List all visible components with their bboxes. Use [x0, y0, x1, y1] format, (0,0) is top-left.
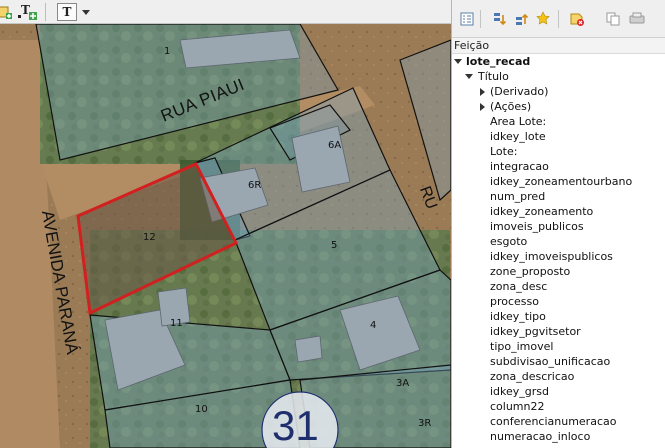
- attribute-name: num_pred: [490, 190, 546, 203]
- attribute-row[interactable]: subdivisao_unificacao: [452, 354, 665, 369]
- attribute-name: idkey_zoneamento: [490, 205, 594, 218]
- attribute-name: column22: [490, 400, 545, 413]
- copy-icon[interactable]: [604, 10, 622, 28]
- attribute-row[interactable]: num_pred: [452, 189, 665, 204]
- attribute-row[interactable]: idkey_imoveispublicos: [452, 249, 665, 264]
- attribute-row[interactable]: column22: [452, 399, 665, 414]
- expand-tree-icon[interactable]: [458, 10, 476, 28]
- attribute-name: integracao: [490, 160, 549, 173]
- attribute-row[interactable]: processo: [452, 294, 665, 309]
- text-annotation-glyph: T: [62, 5, 72, 19]
- attribute-row[interactable]: idkey_zoneamento: [452, 204, 665, 219]
- attribute-name: Lote:: [490, 145, 518, 158]
- collapsed-arrow-icon[interactable]: [477, 99, 487, 114]
- attribute-row[interactable]: idkey_tipo: [452, 309, 665, 324]
- clear-results-icon[interactable]: [568, 10, 586, 28]
- expand-all-icon[interactable]: [490, 10, 508, 28]
- attribute-name: imoveis_publicos: [490, 220, 584, 233]
- block-number-label: 31: [272, 402, 319, 448]
- text-annotation-button[interactable]: T: [54, 2, 80, 22]
- lot-label-6a: 6A: [328, 140, 342, 151]
- lot-label-12: 12: [143, 232, 156, 243]
- attribute-name: numeracao_inloco: [490, 430, 591, 443]
- attribute-name: Area Lote:: [490, 115, 547, 128]
- attribute-row[interactable]: idkey_grsd: [452, 384, 665, 399]
- highlight-feature-icon[interactable]: [534, 10, 552, 28]
- attribute-name: tipo_imovel: [490, 340, 554, 353]
- lot-label-4: 4: [370, 320, 377, 331]
- lot-label-11: 11: [170, 318, 183, 329]
- attribute-row[interactable]: integracao: [452, 159, 665, 174]
- toolbar-separator: [558, 10, 559, 28]
- identify-toolbar: [452, 0, 665, 38]
- toolbar-separator: [45, 3, 46, 21]
- map-canvas[interactable]: RUA PIAUI AVENIDA PARANÁ RU 1 6A 6R 12 5…: [0, 24, 451, 448]
- tree-group-acoes[interactable]: (Ações): [452, 99, 665, 114]
- dropdown-arrow-icon[interactable]: [79, 2, 93, 22]
- attribute-row[interactable]: idkey_lote: [452, 129, 665, 144]
- lot-label-3a: 3A: [396, 378, 410, 389]
- group-label: (Ações): [490, 100, 532, 113]
- attribute-row[interactable]: tipo_imovel: [452, 339, 665, 354]
- lot-label-3r: 3R: [418, 418, 432, 429]
- attribute-row[interactable]: Lote:: [452, 144, 665, 159]
- add-text-label-icon: T: [18, 3, 38, 20]
- attribute-row[interactable]: numeracao_inloco: [452, 429, 665, 444]
- identify-results-tree: lote_recad Título (Derivado) (Ações) Are…: [452, 54, 665, 444]
- attribute-name: idkey_grsd: [490, 385, 550, 398]
- attribute-name: zona_descricao: [490, 370, 575, 383]
- attribute-name: idkey_pgvitsetor: [490, 325, 581, 338]
- add-text-label-button[interactable]: T: [17, 2, 39, 22]
- lot-label-10: 10: [195, 404, 208, 415]
- attribute-name: processo: [490, 295, 540, 308]
- expand-arrow-icon[interactable]: [453, 54, 463, 69]
- feature-title: Título: [478, 70, 509, 83]
- attribute-row[interactable]: zone_proposto: [452, 264, 665, 279]
- attribute-row[interactable]: zona_desc: [452, 279, 665, 294]
- tree-feature-node[interactable]: Título: [452, 69, 665, 84]
- collapsed-arrow-icon[interactable]: [477, 84, 487, 99]
- attribute-name: zone_proposto: [490, 265, 571, 278]
- attribute-name: idkey_zoneamentourbano: [490, 175, 633, 188]
- attribute-row[interactable]: esgoto: [452, 234, 665, 249]
- lot-label-6r: 6R: [248, 180, 262, 191]
- attribute-name: idkey_imoveispublicos: [490, 250, 613, 263]
- attribute-name: idkey_lote: [490, 130, 546, 143]
- lot-label-5: 5: [331, 240, 338, 251]
- toolbar-separator: [480, 10, 481, 28]
- collapse-all-icon[interactable]: [512, 10, 530, 28]
- attribute-name: conferencianumeracao: [490, 415, 617, 428]
- attribute-row[interactable]: conferencianumeracao: [452, 414, 665, 429]
- feature-column-header[interactable]: Feição: [452, 38, 665, 54]
- tree-layer-node[interactable]: lote_recad: [452, 54, 665, 69]
- attribute-row[interactable]: Area Lote:: [452, 114, 665, 129]
- layer-name: lote_recad: [466, 55, 531, 68]
- text-annotation-icon: T: [57, 3, 77, 21]
- add-feature-icon[interactable]: [0, 2, 16, 22]
- lot-label-1: 1: [164, 46, 171, 57]
- attribute-name: esgoto: [490, 235, 528, 248]
- group-label: (Derivado): [490, 85, 549, 98]
- expand-arrow-icon[interactable]: [464, 69, 474, 84]
- attribute-name: idkey_tipo: [490, 310, 546, 323]
- attribute-row[interactable]: idkey_zoneamentourbano: [452, 174, 665, 189]
- attribute-row[interactable]: imoveis_publicos: [452, 219, 665, 234]
- tree-group-derivado[interactable]: (Derivado): [452, 84, 665, 99]
- attribute-name: subdivisao_unificacao: [490, 355, 611, 368]
- identify-results-panel: Feição lote_recad Título (Derivado) (Açõ…: [451, 0, 665, 448]
- attribute-name: zona_desc: [490, 280, 548, 293]
- print-icon[interactable]: [628, 10, 646, 28]
- attribute-row[interactable]: zona_descricao: [452, 369, 665, 384]
- attribute-row[interactable]: idkey_pgvitsetor: [452, 324, 665, 339]
- map-toolbar: T T: [0, 0, 451, 24]
